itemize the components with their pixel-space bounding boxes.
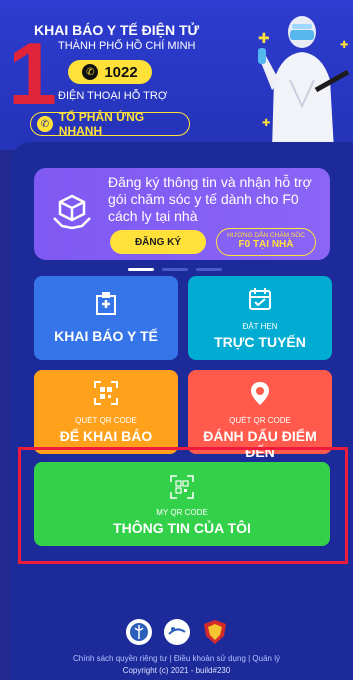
register-description: Đăng ký thông tin và nhận hỗ trợ gói chă… (108, 174, 312, 224)
hospital-icon (96, 292, 116, 315)
ict-logo (163, 619, 190, 645)
scan-declare-small-label: QUÉT QR CODE (75, 416, 137, 425)
calendar-icon (249, 288, 271, 310)
appointment-label: TRỰC TUYẾN (214, 334, 306, 350)
guide-label-line2: F0 TẠI NHÀ (238, 239, 294, 250)
phone-icon: ✆ (37, 116, 53, 132)
footer-logos (0, 618, 353, 646)
my-qr-code-tile[interactable]: MY QR CODE THÔNG TIN CỦA TÔI (34, 462, 330, 546)
my-qr-small-label: MY QR CODE (156, 508, 208, 517)
scan-location-small-label: QUÉT QR CODE (229, 416, 291, 425)
health-ministry-logo (125, 619, 152, 645)
copyright-text: Copyright (c) 2021 - build#230 (122, 666, 231, 675)
carousel-dot[interactable] (162, 268, 188, 271)
scan-location-tile[interactable]: QUÉT QR CODE ĐÁNH DẤU ĐIỂM ĐẾN (188, 370, 332, 460)
app-title: KHAI BÁO Y TẾ ĐIỆN TỬ (34, 22, 200, 38)
rapid-response-label: TỔ PHẢN ỨNG NHANH (58, 110, 145, 138)
guide-label-line1: HƯỚNG DẪN CHĂM SÓC (227, 232, 305, 239)
carousel-dot-active[interactable] (128, 268, 154, 271)
scan-declare-label: ĐỂ KHAI BÁO (59, 428, 153, 444)
my-qr-label: THÔNG TIN CỦA TÔI (113, 520, 251, 536)
header-banner: 1 KHAI BÁO Y TẾ ĐIỆN TỬ THÀNH PHỐ HỒ CHÍ… (0, 0, 353, 150)
qr-scan-icon (94, 381, 118, 405)
online-appointment-tile[interactable]: ĐẶT HẸN TRỰC TUYẾN (188, 276, 332, 360)
big-number: 1 (8, 24, 57, 123)
f0-home-care-guide-button[interactable]: HƯỚNG DẪN CHĂM SÓC F0 TẠI NHÀ (216, 228, 316, 256)
security-shield-logo (203, 620, 226, 644)
phone-icon: ✆ (82, 64, 99, 80)
location-pin-icon (251, 382, 269, 405)
carousel-dot[interactable] (196, 268, 222, 271)
carousel-indicator (128, 268, 222, 271)
appointment-small-label: ĐẶT HẸN (242, 322, 278, 331)
scan-declare-tile[interactable]: QUÉT QR CODE ĐỂ KHAI BÁO (34, 370, 178, 454)
hotline-label: ĐIỆN THOẠI HỖ TRỢ (58, 90, 168, 102)
city-subtitle: THÀNH PHỐ HỒ CHÍ MINH (58, 40, 196, 52)
health-declaration-tile[interactable]: KHAI BÁO Y TẾ (34, 276, 178, 360)
rapid-response-button[interactable]: ✆ TỔ PHẢN ỨNG NHANH (30, 110, 190, 138)
hotline-number: 1022 (104, 63, 138, 81)
qr-code-icon (170, 475, 194, 499)
care-package-icon (53, 194, 91, 230)
register-button[interactable]: ĐĂNG KÝ (110, 230, 206, 254)
health-declaration-label: KHAI BÁO Y TẾ (54, 328, 158, 344)
doctor-illustration (258, 16, 350, 150)
hotline-button[interactable]: ✆ 1022 (68, 60, 152, 84)
footer-policy-links[interactable]: Chính sách quyền riêng tư | Điều khoản s… (0, 654, 353, 663)
